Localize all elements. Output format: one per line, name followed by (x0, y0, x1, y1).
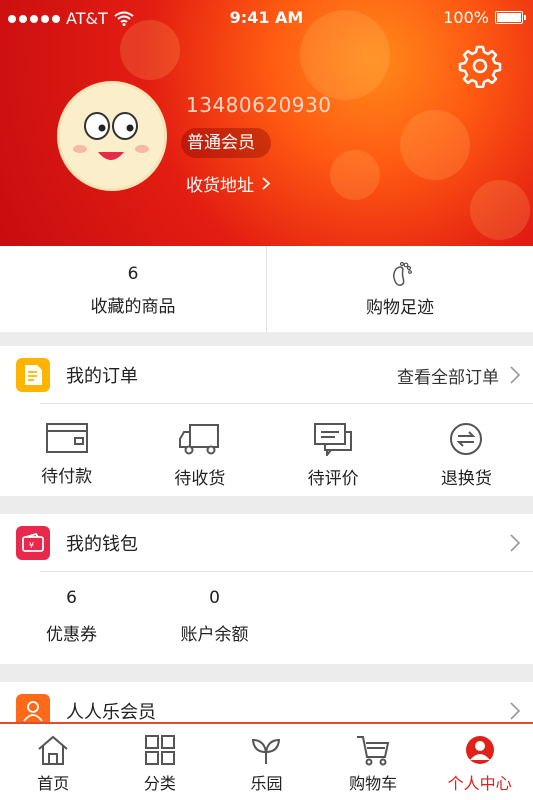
sprout-icon (252, 738, 281, 764)
battery-percent: 100% (443, 8, 489, 27)
stats-row: 6 收藏的商品 购物足迹 (0, 246, 533, 332)
truck-icon (178, 424, 219, 455)
balance-label: 账户余额 (180, 625, 249, 645)
favorites-count: 6 (127, 263, 139, 284)
orders-card: 我的订单 查看全部订单 待付款 待收货 待评价 退换货 (0, 346, 533, 496)
order-pending-receipt[interactable]: 待收货 (133, 404, 266, 496)
wallet-card-icon: ¥ (16, 526, 50, 560)
footprint-icon (392, 261, 412, 286)
exchange-icon (450, 423, 483, 455)
grid-icon (144, 735, 175, 765)
tab-label: 购物车 (349, 774, 398, 793)
wallet-header[interactable]: ¥ 我的钱包 (0, 514, 533, 572)
order-pending-review[interactable]: 待评价 (267, 404, 400, 496)
shipping-address-link[interactable]: 收货地址 (186, 171, 270, 196)
orders-title: 我的订单 (66, 366, 138, 387)
membership-user-icon (16, 694, 50, 722)
comment-icon (314, 423, 353, 456)
bokeh-decoration (470, 180, 530, 240)
favorites-label: 收藏的商品 (90, 296, 176, 317)
membership-card: 人人乐会员 (0, 682, 533, 722)
avatar[interactable] (57, 81, 167, 191)
order-status-label: 待付款 (41, 467, 93, 487)
member-level-badge: 普通会员 (181, 128, 271, 158)
chevron-right-icon (510, 366, 521, 384)
bokeh-decoration (400, 110, 470, 180)
status-bar: AT&T 9:41 AM 100% (0, 0, 533, 36)
tab-category[interactable]: 分类 (107, 724, 214, 800)
tab-label: 首页 (37, 774, 70, 793)
balance-count: 0 (209, 588, 220, 608)
tab-bar: 首页 分类 乐园 购物车 个人中心 (0, 722, 533, 800)
membership-title: 人人乐会员 (66, 702, 156, 722)
wallet-items-row: 6 优惠券 0 账户余额 (0, 572, 533, 664)
user-icon (465, 736, 494, 764)
shipping-address-label: 收货地址 (186, 176, 254, 196)
coupons-count: 6 (66, 588, 77, 608)
battery-icon (495, 11, 526, 24)
footprint-label: 购物足迹 (366, 297, 434, 318)
settings-button[interactable] (458, 44, 502, 89)
tab-home[interactable]: 首页 (0, 724, 107, 800)
order-status-row: 待付款 待收货 待评价 退换货 (0, 404, 533, 496)
tab-paradise[interactable]: 乐园 (213, 724, 320, 800)
home-icon (38, 735, 68, 765)
tab-label: 个人中心 (447, 774, 512, 793)
order-status-label: 待收货 (174, 469, 226, 489)
tab-cart[interactable]: 购物车 (320, 724, 427, 800)
chevron-right-icon (510, 702, 521, 720)
view-all-orders-link[interactable]: 查看全部订单 (397, 363, 499, 388)
order-returns[interactable]: 退换货 (400, 404, 533, 496)
tab-profile[interactable]: 个人中心 (426, 724, 533, 800)
wallet-card: ¥ 我的钱包 6 优惠券 0 账户余额 (0, 514, 533, 664)
balance-item[interactable]: 0 账户余额 (143, 572, 286, 664)
coupons-item[interactable]: 6 优惠券 (0, 572, 143, 664)
smiley-face-icon (73, 112, 149, 160)
status-right: 100% (443, 8, 526, 27)
cart-icon (357, 736, 390, 766)
order-pending-payment[interactable]: 待付款 (0, 404, 133, 496)
chevron-right-icon (510, 534, 521, 552)
bokeh-decoration (330, 150, 380, 200)
profile-header: AT&T 9:41 AM 100% 13480620930 普通会员 收货地址 (0, 0, 533, 246)
wallet-title: 我的钱包 (66, 534, 138, 555)
tab-label: 乐园 (250, 774, 283, 793)
order-status-label: 退换货 (440, 469, 492, 489)
gear-icon (458, 45, 502, 89)
wallet-icon (45, 423, 88, 453)
coupons-label: 优惠券 (46, 625, 97, 645)
order-status-label: 待评价 (307, 469, 359, 489)
footprint-stat[interactable]: 购物足迹 (266, 246, 533, 332)
chevron-right-icon (262, 177, 270, 190)
phone-number: 13480620930 (186, 93, 332, 117)
membership-header[interactable]: 人人乐会员 (0, 682, 533, 722)
favorites-stat[interactable]: 6 收藏的商品 (0, 246, 266, 332)
tab-label: 分类 (143, 774, 176, 793)
orders-list-icon (16, 358, 50, 392)
svg-text:¥: ¥ (29, 541, 34, 550)
orders-header[interactable]: 我的订单 查看全部订单 (0, 346, 533, 404)
